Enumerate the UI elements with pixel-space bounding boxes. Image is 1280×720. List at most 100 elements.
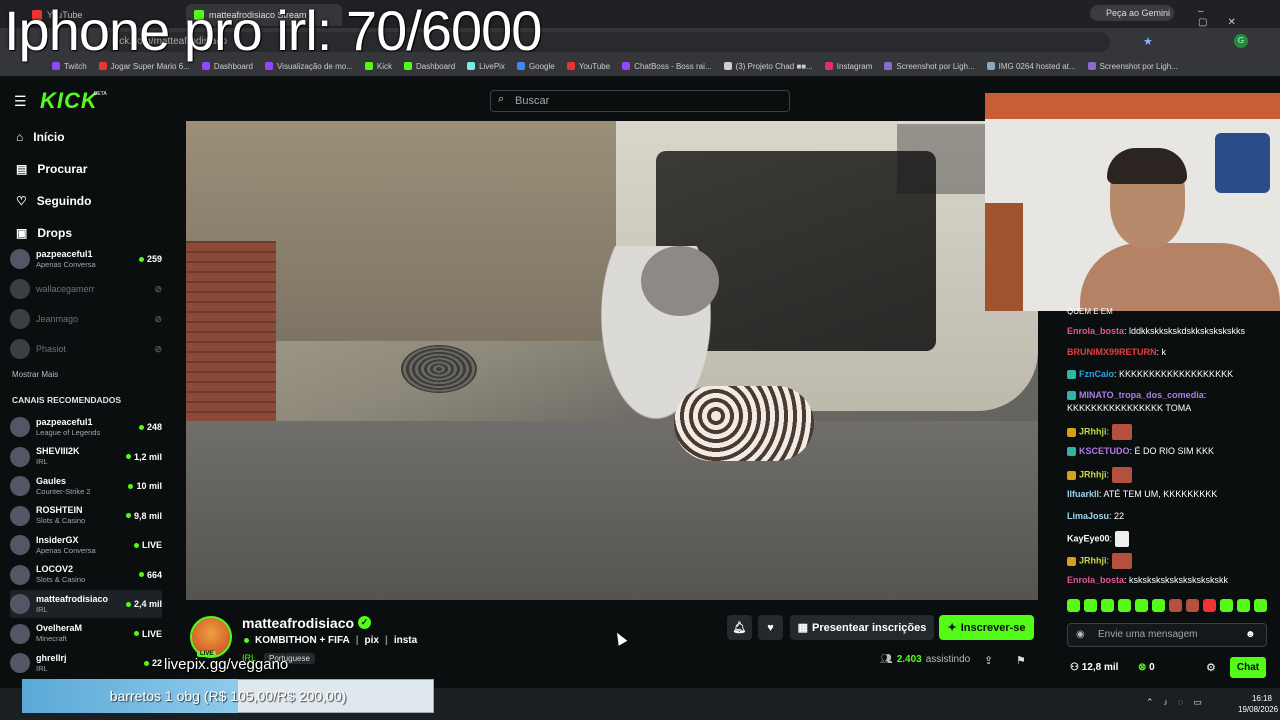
chat-message-input[interactable]: Envie uma mensagem bbox=[1067, 623, 1267, 647]
bookmark-item[interactable]: (3) Projeto Chad ■■... bbox=[723, 62, 813, 71]
chat-username[interactable]: FznCaio bbox=[1079, 369, 1114, 379]
sidebar-channel-insidergx[interactable]: InsiderGX Apenas Conversa LIVE bbox=[10, 531, 162, 559]
chat-username[interactable]: JRhhji bbox=[1079, 555, 1107, 565]
follow-heart-button[interactable]: ♥ bbox=[758, 615, 783, 640]
nav-procurar[interactable]: ▤ Procurar bbox=[16, 162, 87, 176]
channel-viewers: 1,2 mil bbox=[125, 452, 162, 462]
emote-icon[interactable] bbox=[1169, 599, 1182, 612]
gemini-button[interactable]: Peça ao Gemini bbox=[1090, 5, 1174, 21]
sidebar-channel-pazpeaceful1[interactable]: pazpeaceful1 Apenas Conversa 259 bbox=[10, 245, 162, 273]
bookmark-item[interactable]: Google bbox=[516, 62, 555, 71]
emote-icon[interactable] bbox=[1203, 599, 1216, 612]
chat-username[interactable]: MINATO_tropa_dos_comedia bbox=[1079, 390, 1204, 400]
subscribe-button[interactable]: ✦ Inscrever-se bbox=[939, 615, 1034, 640]
gift-subs-button[interactable]: ▦ Presentear inscrições bbox=[790, 615, 934, 640]
bookmark-item[interactable]: Screenshot por Ligh... bbox=[1087, 62, 1178, 71]
show-more-link[interactable]: Mostrar Mais bbox=[12, 370, 58, 379]
emote-icon[interactable] bbox=[1237, 599, 1250, 612]
nav-seguindo[interactable]: ♡ Seguindo bbox=[16, 194, 91, 208]
emote-icon[interactable] bbox=[1067, 599, 1080, 612]
bookmark-item[interactable]: Twitch bbox=[52, 62, 87, 71]
sub-badge-icon bbox=[1067, 427, 1076, 437]
bookmark-item[interactable]: Jogar Super Mario 6... bbox=[98, 62, 190, 71]
chat-message: Ilfuarkll: ATÉ TEM UM, KKKKKKKKK bbox=[1067, 489, 1218, 499]
sidebar-channel-ovelheram[interactable]: OvelheraM Minecraft LIVE bbox=[10, 620, 162, 648]
channel-category: IRL bbox=[36, 457, 48, 466]
taskbar-clock[interactable]: 16:18 19/08/2026 bbox=[1238, 693, 1278, 715]
sidebar-channel-jeanmago[interactable]: Jeanmago ⊘ bbox=[10, 305, 162, 333]
stream-goal-overlay: Iphone pro irl: 70/6000 bbox=[4, 0, 542, 62]
sidebar-channel-sheviii2k[interactable]: SHEVIII2K IRL 1,2 mil bbox=[10, 443, 162, 471]
chat-username[interactable]: Enrola_bosta bbox=[1067, 575, 1124, 585]
emote-icon[interactable] bbox=[1101, 599, 1114, 612]
chat-emote bbox=[1111, 467, 1132, 483]
chat-username[interactable]: KayEye00 bbox=[1067, 533, 1110, 543]
streamer-name[interactable]: matteafrodisiaco bbox=[242, 615, 354, 631]
bookmark-item[interactable]: Dashboard bbox=[404, 62, 455, 71]
chat-emote bbox=[1114, 531, 1129, 547]
emote-icon[interactable] bbox=[1084, 599, 1097, 612]
chat-settings-icon[interactable]: ◉ bbox=[1076, 629, 1085, 640]
nav-drops[interactable]: ▣ Drops bbox=[16, 226, 72, 240]
emote-bar[interactable] bbox=[1067, 599, 1275, 615]
emoji-icon[interactable]: ☻ bbox=[1245, 629, 1256, 640]
bookmark-item[interactable]: Screenshot por Ligh... bbox=[884, 62, 975, 71]
bookmark-item[interactable]: IMG 0264 hosted at... bbox=[986, 62, 1076, 71]
channel-name: ghrellrj bbox=[36, 652, 67, 663]
chat-username[interactable]: LimaJosu bbox=[1067, 511, 1109, 521]
sidebar-channel-gaules[interactable]: Gaules Counter-Strike 2 10 mil bbox=[10, 472, 162, 500]
bookmark-favicon-icon bbox=[98, 62, 107, 70]
emote-icon[interactable] bbox=[1186, 599, 1199, 612]
system-tray-icons[interactable]: ⌃♪◌▭ bbox=[1146, 697, 1212, 708]
sidebar-channel-matteafrodisiaco[interactable]: matteafrodisiaco IRL 2,4 mil bbox=[10, 590, 162, 618]
channel-points[interactable]: ⊗ 0 bbox=[1138, 662, 1155, 673]
bookmark-item[interactable]: YouTube bbox=[566, 62, 610, 71]
chat-username[interactable]: Enrola_bosta bbox=[1067, 326, 1124, 336]
channel-viewers: ⊘ bbox=[154, 344, 162, 355]
sidebar-channel-pazpeaceful1[interactable]: pazpeaceful1 League of Legends 248 bbox=[10, 413, 162, 441]
profile-avatar[interactable]: G bbox=[1234, 34, 1248, 48]
chat-username[interactable]: BRUNIMX99RETURN bbox=[1067, 347, 1157, 357]
emote-icon[interactable] bbox=[1152, 599, 1165, 612]
report-icon[interactable]: ⚑ bbox=[1016, 654, 1026, 667]
home-icon: ⌂ bbox=[16, 130, 24, 144]
chat-username[interactable]: JRhhji bbox=[1079, 469, 1107, 479]
kick-logo[interactable]: KICK bbox=[40, 88, 98, 114]
channel-name: Phasiot bbox=[36, 343, 67, 354]
chat-username[interactable]: KSCETUDO bbox=[1079, 446, 1130, 456]
channel-name: matteafrodisiaco bbox=[36, 593, 109, 604]
heart-icon: ♡ bbox=[16, 194, 27, 208]
chat-send-button[interactable]: Chat bbox=[1230, 657, 1266, 678]
sidebar-channel-phasiot[interactable]: Phasiot ⊘ bbox=[10, 335, 162, 363]
search-input[interactable]: Buscar bbox=[490, 90, 790, 112]
offline-icon: ⊘ bbox=[154, 313, 162, 324]
chat-text: É DO RIO SIM KKK bbox=[1134, 446, 1215, 456]
bookmark-item[interactable]: Visualização de mo... bbox=[264, 62, 353, 71]
emote-icon[interactable] bbox=[1254, 599, 1267, 612]
share-icon[interactable]: ⇪ bbox=[984, 654, 993, 667]
bookmark-item[interactable]: Dashboard bbox=[201, 62, 253, 71]
chat-emote bbox=[1111, 424, 1132, 440]
chat-gear-icon[interactable]: ⚙ bbox=[1206, 661, 1216, 674]
chat-username[interactable]: JRhhji bbox=[1079, 426, 1107, 436]
bookmark-item[interactable]: LivePix bbox=[467, 62, 505, 71]
bookmark-item[interactable]: Instagram bbox=[824, 62, 872, 71]
sidebar-channel-locov2[interactable]: LOCOV2 Slots & Casino 664 bbox=[10, 561, 162, 589]
chat-partial-line: QUEM E EM bbox=[1067, 307, 1113, 315]
nav-inicio[interactable]: ⌂ Início bbox=[16, 130, 65, 144]
notification-bell-button[interactable]: 🔔︎ bbox=[727, 615, 752, 640]
sidebar-channel-wallacegamerr[interactable]: wallacegamerr ⊘ bbox=[10, 275, 162, 303]
window-controls[interactable]: –▢✕ bbox=[1198, 6, 1280, 28]
sidebar-channel-ghrellrj[interactable]: ghrellrj IRL 22 bbox=[10, 649, 162, 677]
bookmark-favicon-icon bbox=[723, 62, 732, 70]
chat-username[interactable]: Ilfuarkll bbox=[1067, 489, 1099, 499]
emote-icon[interactable] bbox=[1220, 599, 1233, 612]
bookmark-favicon-icon bbox=[467, 62, 476, 70]
bookmark-item[interactable]: Kick bbox=[364, 62, 392, 71]
sidebar-channel-roshtein[interactable]: ROSHTEIN Slots & Casino 9,8 mil bbox=[10, 502, 162, 530]
menu-icon[interactable]: ☰ bbox=[14, 93, 27, 110]
bookmark-item[interactable]: ChatBoss - Boss rai... bbox=[622, 62, 712, 71]
emote-icon[interactable] bbox=[1135, 599, 1148, 612]
emote-icon[interactable] bbox=[1118, 599, 1131, 612]
bookmark-star-icon[interactable]: ★ bbox=[1143, 35, 1153, 48]
